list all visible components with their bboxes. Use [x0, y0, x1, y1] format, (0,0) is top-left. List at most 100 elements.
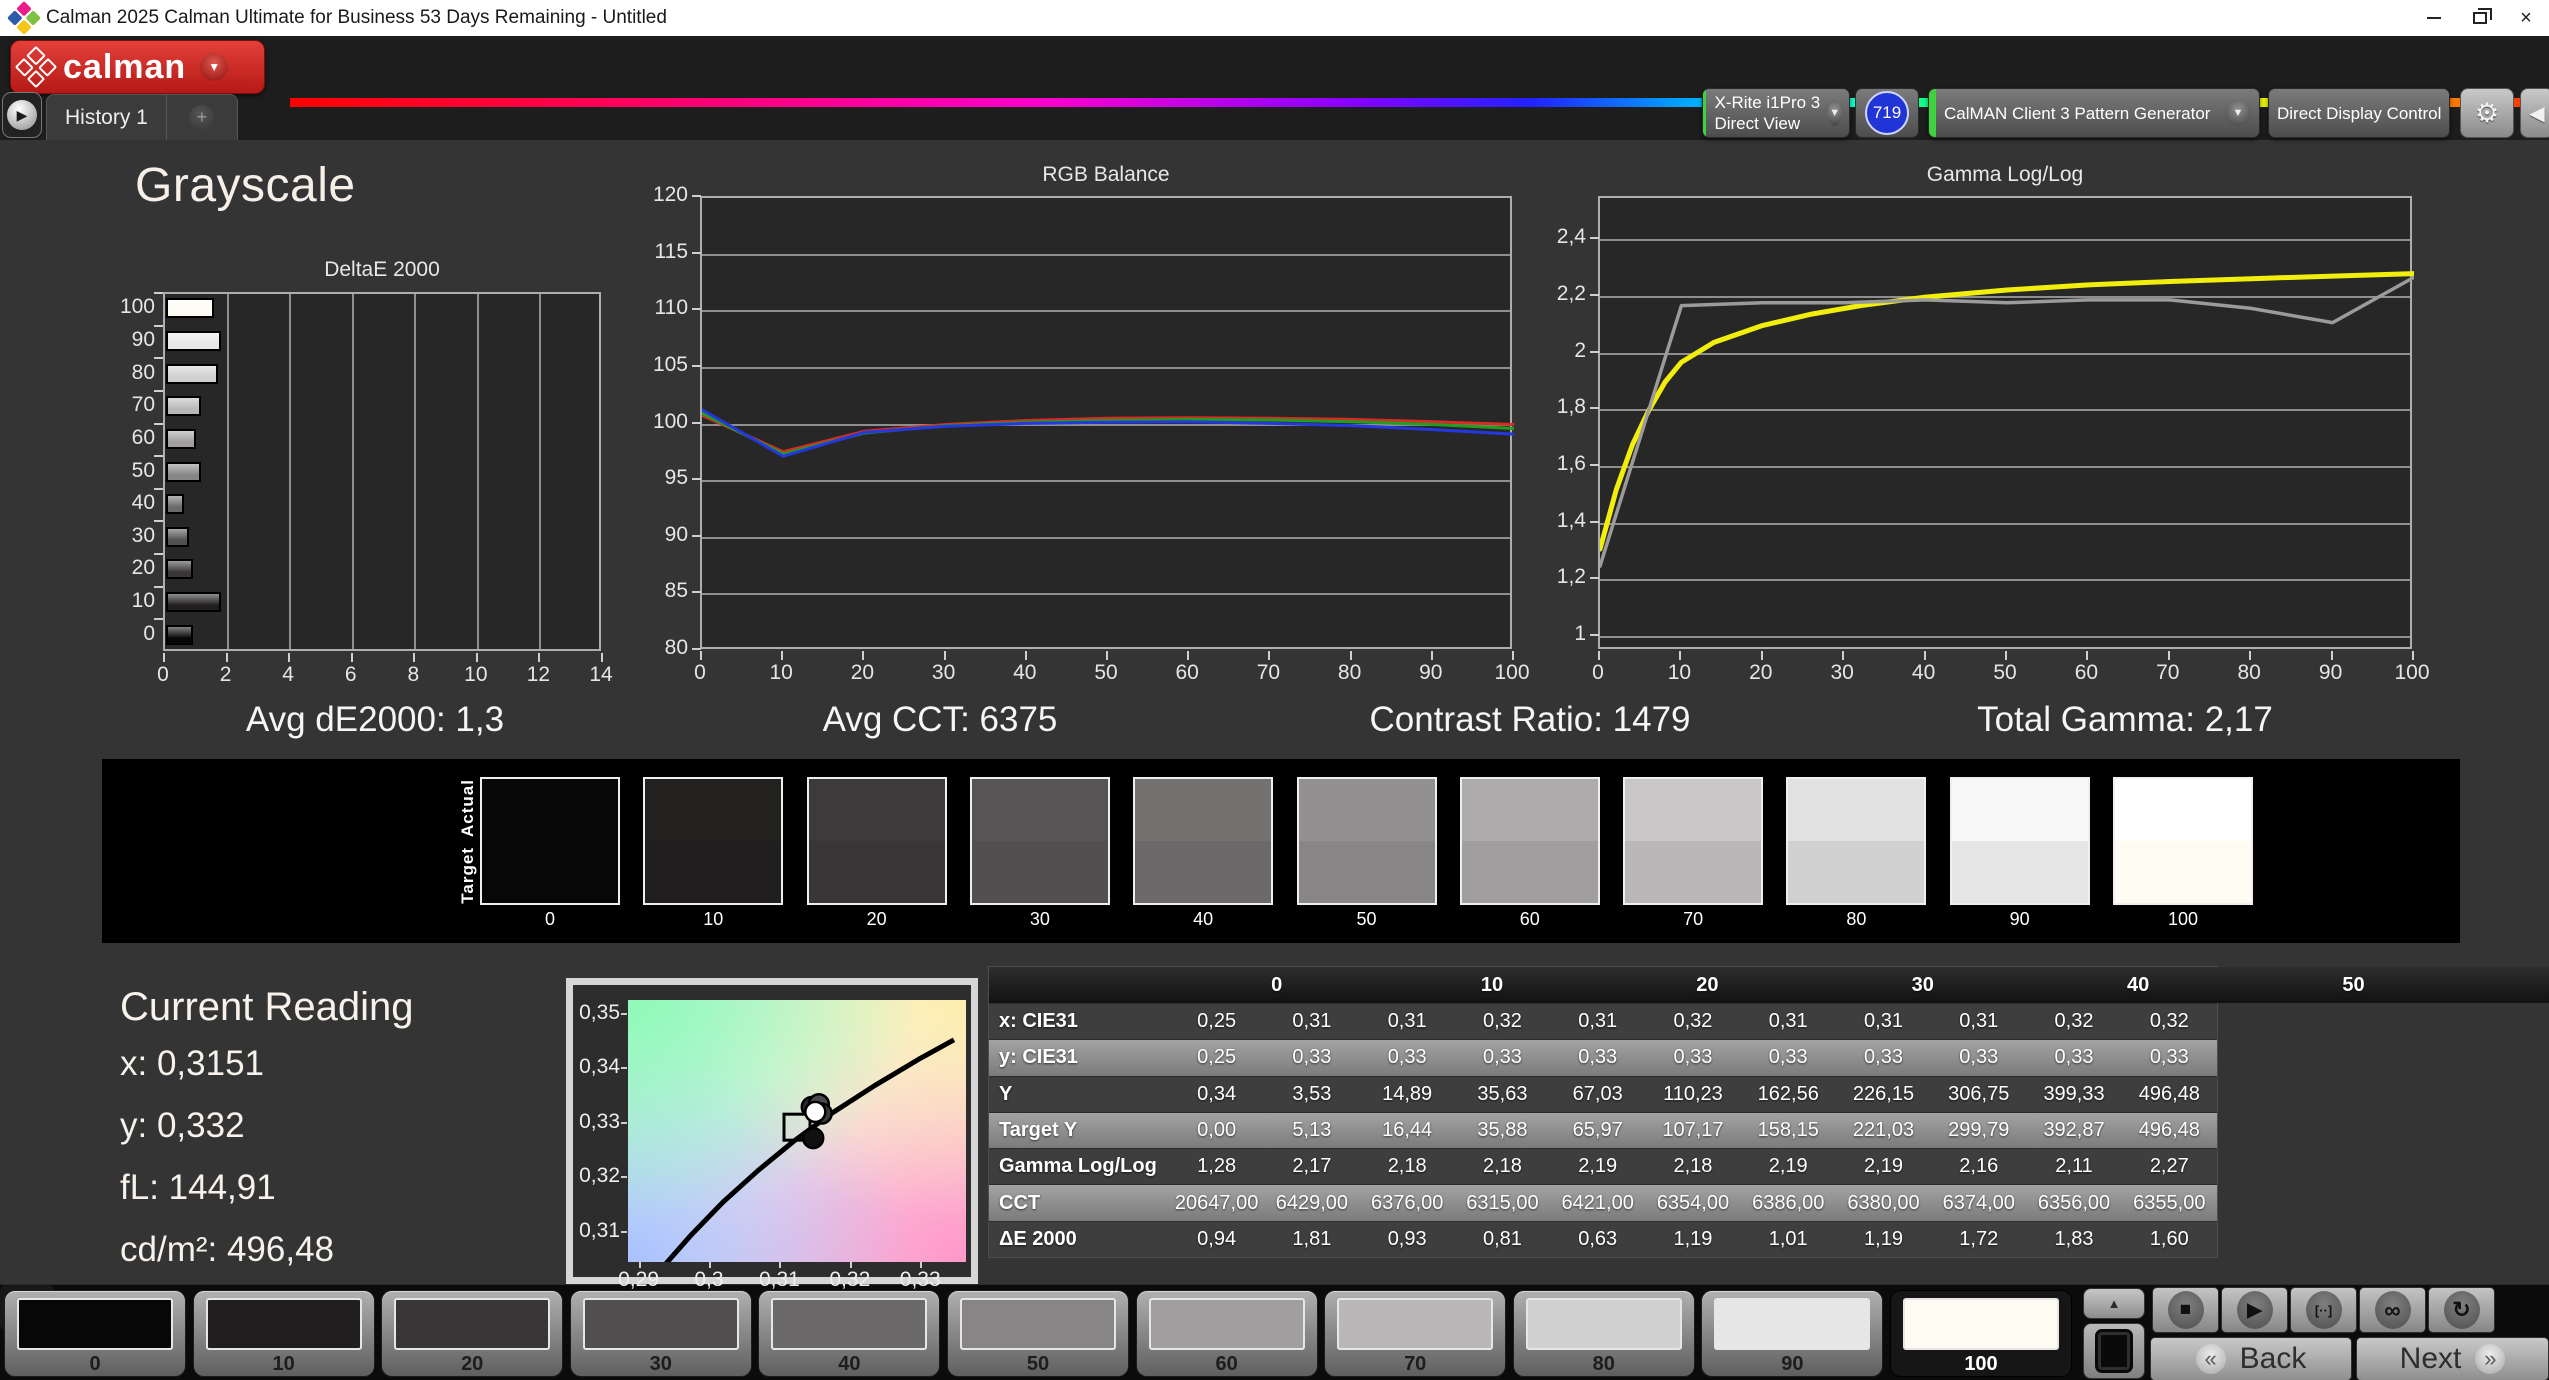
pattern-generator-dropdown[interactable]: CalMAN Client 3 Pattern Generator ▼	[1928, 88, 2260, 138]
add-tab-button[interactable]: +	[167, 104, 237, 131]
gamma-x-tickmark	[1598, 651, 1600, 660]
tab-history-1[interactable]: History 1 +	[46, 94, 238, 140]
pattern-level-button[interactable]: 90	[1701, 1290, 1884, 1377]
close-button[interactable]: ×	[2503, 0, 2549, 36]
minimize-button[interactable]	[2411, 0, 2457, 36]
history-nav-button[interactable]: ▶	[2, 92, 42, 138]
deltae-y-tickmark	[154, 618, 163, 621]
pattern-level-label: 10	[272, 1353, 295, 1375]
swatch-target	[2115, 841, 2251, 903]
deltae-bar	[166, 298, 215, 319]
restore-button[interactable]	[2457, 0, 2503, 36]
gamma-y-tickmark	[1590, 350, 1599, 353]
pattern-level-button[interactable]: 60	[1135, 1290, 1318, 1377]
table-value-cell: 107,17	[1662, 1118, 1724, 1141]
table-value-cell: 0,33	[1959, 1046, 1999, 1069]
pattern-level-button[interactable]: 20	[381, 1290, 564, 1377]
loop-button[interactable]: ∞	[2359, 1287, 2426, 1333]
gridline	[226, 294, 229, 649]
pattern-bar: ▲ ■ ▶ [··] ∞ ↻ « Back Next » 0 10 20 30 40 50…	[0, 1284, 2549, 1380]
rgb-y-tickmark	[692, 251, 701, 254]
swatch-target	[1788, 841, 1925, 903]
pattern-level-button[interactable]: 0	[4, 1290, 186, 1377]
pattern-level-button[interactable]: 80	[1512, 1290, 1695, 1377]
gamma-x-tick: 60	[2074, 661, 2099, 684]
settings-button[interactable]: ⚙	[2460, 88, 2514, 138]
next-label: Next	[2399, 1342, 2462, 1375]
table-column-header: 10	[1480, 973, 1504, 996]
gridline	[414, 294, 417, 649]
play-button[interactable]: ▶	[2221, 1287, 2288, 1333]
grayscale-swatch-strip: Actual Target 0 10 20 30 40 50 60 70 80 90 100	[102, 759, 2460, 943]
pattern-level-button[interactable]: 30	[569, 1290, 752, 1377]
table-value-cell: 496,48	[2138, 1082, 2200, 1105]
pattern-level-button[interactable]: 70	[1324, 1290, 1507, 1377]
rgb-x-tick: 40	[1013, 661, 1037, 684]
meter-count-badge: 719	[1865, 91, 1909, 135]
rgb-series-svg	[702, 408, 1514, 458]
reading-cdm2: cd/m²: 496,48	[120, 1230, 334, 1269]
table-value-cell: 1,01	[1768, 1227, 1808, 1250]
gamma-x-tickmark	[1923, 651, 1926, 660]
pattern-patch	[1903, 1298, 2059, 1350]
cie-y-tick: 0,33	[579, 1109, 620, 1133]
rgb-y-tick: 95	[664, 466, 688, 490]
pattern-level-button[interactable]: 10	[192, 1290, 375, 1377]
rgb-x-tickmark	[1512, 651, 1514, 660]
rgb-y-tick: 80	[664, 636, 688, 659]
pattern-level-button[interactable]: 50	[947, 1290, 1129, 1377]
meter-count-button[interactable]: 719	[1855, 88, 1919, 138]
back-button[interactable]: « Back	[2150, 1337, 2352, 1380]
restore-icon	[2473, 8, 2492, 24]
refresh-button[interactable]: ↻	[2428, 1287, 2495, 1333]
calman-menu-button[interactable]: calman ▼	[10, 40, 265, 94]
table-value-cell: 0,31	[1864, 1010, 1903, 1033]
expand-panel-button[interactable]: ▲	[2083, 1288, 2145, 1319]
display-control-label: Direct Display Control	[2277, 103, 2442, 123]
deltae-y-tick: 10	[131, 589, 155, 613]
table-column-header: 60	[2461, 967, 2549, 1003]
step-button[interactable]: [··]	[2290, 1287, 2357, 1333]
rgb-x-tickmark	[1349, 651, 1352, 660]
display-control-dropdown[interactable]: Direct Display Control ▼	[2268, 88, 2450, 138]
table-value-cell: 0,34	[1197, 1082, 1237, 1105]
gamma-x-tick: 10	[1667, 661, 1692, 684]
pattern-patch	[960, 1298, 1116, 1350]
table-corner-cell	[989, 967, 1169, 1003]
pattern-level-button[interactable]: 40	[758, 1290, 941, 1377]
table-value-cell: 0,33	[2054, 1046, 2094, 1069]
table-value-cell: 306,75	[1948, 1082, 2010, 1105]
pattern-patch	[205, 1298, 362, 1350]
table-value-cell: 0,63	[1578, 1227, 1618, 1250]
table-value-cell: 0,31	[1578, 1010, 1618, 1033]
pattern-patch	[582, 1298, 739, 1350]
gamma-x-tick: 90	[2318, 661, 2343, 684]
pattern-level-label: 30	[649, 1353, 672, 1375]
gamma-x-tickmark	[2005, 651, 2007, 660]
meter-line2: Direct View	[1714, 114, 1801, 133]
next-button[interactable]: Next »	[2356, 1337, 2549, 1380]
deltae-y-tickmark	[154, 324, 163, 327]
table-row: Target Y 0,00 5,13 16,44 35,88 65,97 107,17 158…	[989, 1111, 2217, 1149]
pattern-window-button[interactable]	[2083, 1323, 2145, 1379]
swatch-actual	[1951, 779, 2088, 841]
pattern-level-button[interactable]: 100	[1890, 1290, 2072, 1377]
cie-y-tickmark	[621, 1121, 627, 1124]
collapse-toolbar-button[interactable]: ◀	[2520, 88, 2549, 138]
table-value-cell: 2,16	[1959, 1155, 1999, 1178]
stop-button[interactable]: ■	[2152, 1287, 2219, 1333]
table-value-cell: 1,19	[1673, 1227, 1713, 1250]
table-row: Y 0,34 3,53 14,89 35,63 67,03 110,23 162,56 226,…	[989, 1075, 2217, 1112]
table-value-cell: 6315,00	[1466, 1191, 1539, 1214]
cie-x-tickmark	[638, 1262, 641, 1268]
pattern-patch	[1337, 1298, 1494, 1350]
cie-x-tick: 0,33	[899, 1268, 941, 1291]
chevron-down-icon[interactable]: ▼	[200, 53, 229, 81]
stat-avg-de2000: Avg dE2000: 1,3	[245, 700, 505, 739]
meter-dropdown[interactable]: X-Rite i1Pro 3 Direct View ▼	[1702, 88, 1850, 138]
gamma-x-tick: 100	[2394, 661, 2430, 684]
deltae-bar	[166, 624, 194, 645]
minimize-icon	[2427, 17, 2441, 19]
grayscale-swatch	[1133, 777, 1274, 905]
table-column-header: 50	[2342, 973, 2365, 996]
